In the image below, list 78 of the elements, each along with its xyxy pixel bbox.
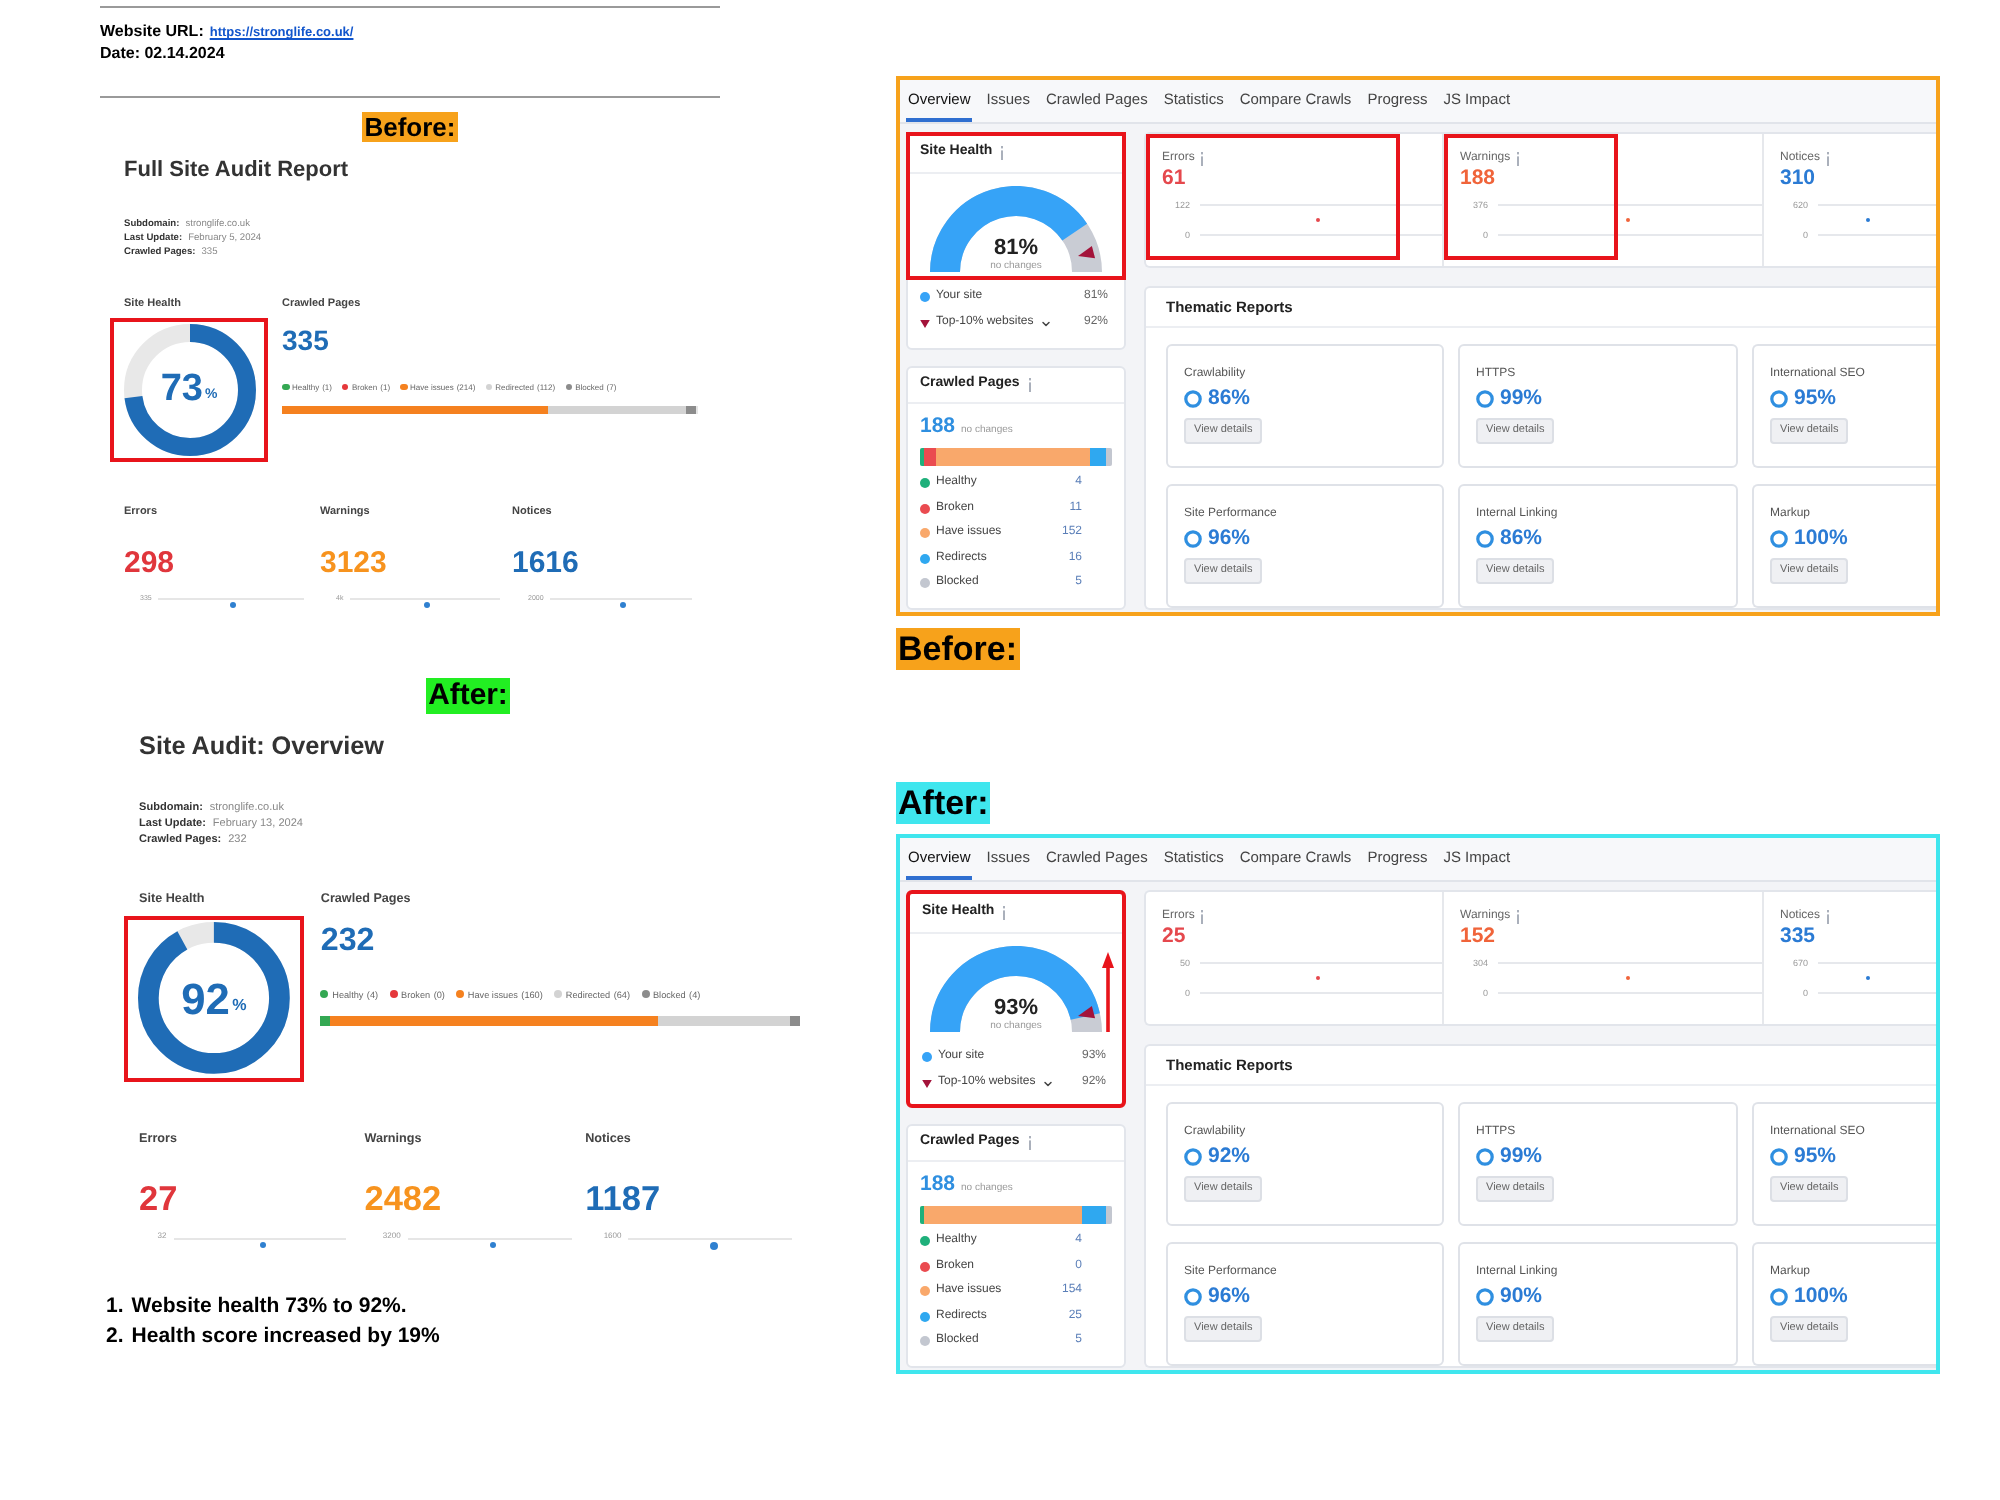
- chevron-down-icon[interactable]: [1039, 317, 1052, 329]
- report-score: 90%: [1500, 1284, 1543, 1310]
- info-icon[interactable]: [1000, 146, 1005, 160]
- health-percent: 92: [181, 975, 230, 1022]
- health-percent: 81%: [993, 236, 1039, 260]
- info-icon[interactable]: [1826, 152, 1831, 166]
- note-text: Health score increased by 19%: [131, 1323, 440, 1350]
- ring-icon: [1476, 530, 1494, 548]
- crawled-pages-count: 232: [320, 922, 377, 960]
- metric-value: 298: [124, 548, 177, 580]
- ring-icon: [1476, 1148, 1494, 1166]
- metric-value: 152: [1460, 924, 1498, 950]
- data-point-icon: [489, 1242, 497, 1249]
- info-icon[interactable]: [1027, 1136, 1032, 1150]
- ring-icon: [1770, 1148, 1788, 1166]
- info-icon[interactable]: [1200, 152, 1205, 166]
- crawled-pages-count: 335: [282, 324, 331, 356]
- report-score: 95%: [1794, 386, 1837, 412]
- ring-icon: [1770, 530, 1788, 548]
- list-number: 1.: [106, 1293, 124, 1320]
- health-percent: 73: [160, 370, 203, 410]
- page-count: 188: [920, 1172, 956, 1196]
- info-icon[interactable]: [1516, 910, 1521, 924]
- data-point-icon: [259, 1241, 267, 1249]
- health-donut: [123, 324, 255, 456]
- metric-value: 25: [1162, 924, 1188, 950]
- report-score: 99%: [1500, 386, 1543, 412]
- section-label: After:: [896, 782, 991, 824]
- info-icon[interactable]: [1002, 906, 1007, 920]
- ring-icon: [1184, 530, 1202, 548]
- report-score: 100%: [1794, 1284, 1848, 1310]
- url-label: Website URL:: [100, 22, 204, 42]
- section-label: Before:: [362, 112, 458, 142]
- info-icon[interactable]: [1516, 152, 1521, 166]
- benchmark-marker-icon: [1078, 1005, 1096, 1019]
- section-label: Before:: [896, 628, 1020, 670]
- data-point-icon: [424, 602, 431, 609]
- metric-value: 310: [1780, 166, 1818, 192]
- report-score: 96%: [1208, 1284, 1251, 1310]
- metric-value: 335: [1780, 924, 1818, 950]
- metric-value: 27: [139, 1179, 180, 1217]
- section-label: After:: [425, 678, 511, 714]
- data-point-icon: [230, 601, 237, 608]
- chevron-down-icon[interactable]: [1041, 1077, 1054, 1089]
- report-title: Site Audit: Overview: [139, 731, 387, 762]
- ring-icon: [1476, 390, 1494, 408]
- metric-value: 3123: [320, 548, 389, 580]
- report-score: 99%: [1500, 1144, 1543, 1170]
- note-text: Website health 73% to 92%.: [131, 1293, 407, 1320]
- report-score: 96%: [1208, 526, 1251, 552]
- date-text: Date: 02.14.2024: [100, 44, 227, 64]
- report-score: 95%: [1794, 1144, 1837, 1170]
- ring-icon: [1770, 390, 1788, 408]
- benchmark-marker-icon: [1078, 245, 1096, 259]
- info-icon[interactable]: [1826, 910, 1831, 924]
- page-count: 188: [920, 414, 956, 438]
- ring-icon: [1476, 1288, 1494, 1306]
- metric-value: 1187: [585, 1179, 663, 1217]
- report-title: Full Site Audit Report: [124, 158, 351, 184]
- metric-value: 188: [1460, 166, 1498, 192]
- ring-icon: [1184, 390, 1202, 408]
- metric-value: 61: [1162, 166, 1188, 192]
- data-point-icon: [620, 601, 627, 608]
- info-icon[interactable]: [1027, 378, 1032, 392]
- ring-icon: [1184, 1288, 1202, 1306]
- percent-unit: %: [232, 995, 247, 1015]
- report-score: 100%: [1794, 526, 1848, 552]
- metric-value: 2482: [364, 1179, 444, 1217]
- report-score: 86%: [1208, 386, 1251, 412]
- metric-value: 1616: [512, 548, 581, 580]
- ring-icon: [1184, 1148, 1202, 1166]
- list-number: 2.: [106, 1323, 124, 1350]
- info-icon[interactable]: [1200, 910, 1205, 924]
- health-percent: 93%: [993, 996, 1039, 1020]
- ring-icon: [1770, 1288, 1788, 1306]
- report-score: 86%: [1500, 526, 1543, 552]
- data-point-icon: [710, 1242, 718, 1250]
- report-score: 92%: [1208, 1144, 1251, 1170]
